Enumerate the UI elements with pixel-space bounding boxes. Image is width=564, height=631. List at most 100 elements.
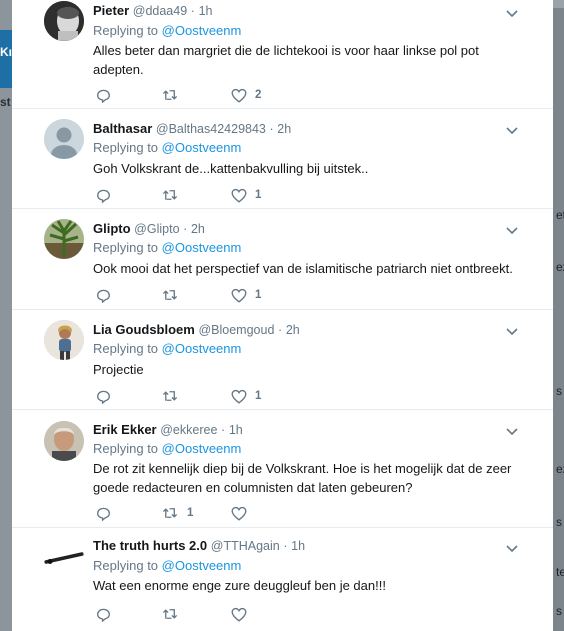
author-name[interactable]: Lia Goudsbloem <box>93 322 195 337</box>
chevron-down-icon[interactable] <box>505 424 519 436</box>
mention-link[interactable]: @Oostveenm <box>162 240 242 255</box>
retweet-button[interactable] <box>162 388 187 404</box>
background-text: s <box>556 384 562 398</box>
like-count: 2 <box>255 89 262 101</box>
background-page-right <box>553 0 564 631</box>
reply-tweet[interactable]: Glipto @Glipto · 2h Replying to @Oostvee… <box>12 209 553 310</box>
avatar[interactable] <box>44 219 84 259</box>
avatar[interactable] <box>44 320 84 360</box>
reply-icon <box>97 608 110 622</box>
author-name[interactable]: Glipto <box>93 221 131 236</box>
like-icon <box>231 288 247 303</box>
replying-to-label: Replying to <box>93 140 159 155</box>
tweet-time[interactable]: 1h <box>229 423 243 437</box>
tweet-time[interactable]: 2h <box>277 122 291 136</box>
chevron-down-icon[interactable] <box>505 123 519 135</box>
like-button[interactable]: 2 <box>231 87 261 103</box>
avatar[interactable] <box>44 119 84 159</box>
tweet-time[interactable]: 2h <box>286 323 300 337</box>
reply-button[interactable] <box>96 87 111 103</box>
retweet-count: 1 <box>187 507 194 519</box>
tweet-time[interactable]: 1h <box>199 4 213 18</box>
author-handle[interactable]: @TTHAgain <box>211 539 280 553</box>
retweet-icon <box>162 290 178 300</box>
reply-button[interactable] <box>96 505 111 521</box>
reply-tweet[interactable]: Erik Ekker @ekkeree · 1h Replying to @Oo… <box>12 410 553 528</box>
tweet-time[interactable]: 1h <box>291 539 305 553</box>
mention-link[interactable]: @Oostveenm <box>162 558 242 573</box>
like-icon <box>231 188 247 203</box>
background-text: Kı <box>0 45 12 59</box>
background-text: et <box>556 208 564 222</box>
retweet-icon <box>162 609 178 619</box>
background-text: s <box>556 604 562 618</box>
like-button[interactable]: 1 <box>231 187 261 203</box>
replies-modal: Pieter @ddaa49 · 1h Replying to @Oostvee… <box>12 0 553 631</box>
reply-button[interactable] <box>96 187 111 203</box>
author-handle[interactable]: @Bloemgoud <box>198 323 274 337</box>
retweet-button[interactable] <box>162 187 187 203</box>
reply-tweet[interactable]: The truth hurts 2.0 @TTHAgain · 1h Reply… <box>12 528 553 631</box>
like-icon <box>231 389 247 404</box>
author-handle[interactable]: @ekkeree <box>160 423 217 437</box>
like-button[interactable]: 1 <box>231 388 261 404</box>
background-text: s <box>556 515 562 529</box>
retweet-button[interactable] <box>162 87 187 103</box>
author-name[interactable]: Pieter <box>93 3 129 18</box>
author-handle[interactable]: @Glipto <box>134 222 179 236</box>
replying-to-label: Replying to <box>93 558 159 573</box>
retweet-button[interactable] <box>162 606 187 622</box>
author-name[interactable]: Balthasar <box>93 121 152 136</box>
avatar[interactable] <box>44 1 84 41</box>
chevron-down-icon[interactable] <box>505 6 519 18</box>
tweet-text: Wat een enorme enge zure deuggleuf ben j… <box>93 578 386 593</box>
background-text: ez <box>556 260 564 274</box>
retweet-button[interactable]: 1 <box>162 505 193 521</box>
like-icon <box>231 88 247 103</box>
chevron-down-icon[interactable] <box>505 324 519 336</box>
author-name[interactable]: The truth hurts 2.0 <box>93 538 207 553</box>
reply-tweet[interactable]: Lia Goudsbloem @Bloemgoud · 2h Replying … <box>12 310 553 410</box>
mention-link[interactable]: @Oostveenm <box>162 140 242 155</box>
author-name[interactable]: Erik Ekker <box>93 422 157 437</box>
chevron-down-icon[interactable] <box>505 223 519 235</box>
mention-link[interactable]: @Oostveenm <box>162 341 242 356</box>
replying-to-label: Replying to <box>93 441 159 456</box>
replying-to-label: Replying to <box>93 23 159 38</box>
mention-link[interactable]: @Oostveenm <box>162 23 242 38</box>
reply-tweet[interactable]: Balthasar @Balthas42429843 · 2h Replying… <box>12 109 553 209</box>
retweet-icon <box>162 90 178 100</box>
tweet-text: Goh Volkskrant de...kattenbakvulling bij… <box>93 161 369 176</box>
reply-button[interactable] <box>96 287 111 303</box>
background-header-strip <box>0 30 12 88</box>
reply-button[interactable] <box>96 388 111 404</box>
scrollbar[interactable] <box>553 0 564 8</box>
replying-to-label: Replying to <box>93 240 159 255</box>
like-icon <box>231 506 247 521</box>
chevron-down-icon[interactable] <box>505 541 519 553</box>
tweet-time[interactable]: 2h <box>191 222 205 236</box>
like-button[interactable] <box>231 505 255 521</box>
background-text: ter <box>556 565 564 579</box>
reply-icon <box>97 507 110 521</box>
reply-tweet[interactable]: Pieter @ddaa49 · 1h Replying to @Oostvee… <box>12 0 553 109</box>
like-count: 1 <box>255 189 262 201</box>
avatar[interactable] <box>44 538 84 578</box>
avatar[interactable] <box>44 421 84 461</box>
background-text: st <box>0 95 11 109</box>
tweet-text: De rot zit kennelijk diep bij de Volkskr… <box>93 461 512 495</box>
tweet-text: Projectie <box>93 362 144 377</box>
tweet-text: Alles beter dan margriet die de lichteko… <box>93 43 479 77</box>
reply-icon <box>97 89 110 103</box>
replying-to-label: Replying to <box>93 341 159 356</box>
reply-button[interactable] <box>96 606 111 622</box>
mention-link[interactable]: @Oostveenm <box>162 441 242 456</box>
author-handle[interactable]: @Balthas42429843 <box>156 122 266 136</box>
like-icon <box>231 607 247 622</box>
retweet-button[interactable] <box>162 287 187 303</box>
author-handle[interactable]: @ddaa49 <box>133 4 187 18</box>
like-button[interactable] <box>231 606 255 622</box>
like-count: 1 <box>255 390 262 402</box>
retweet-icon <box>162 190 178 200</box>
like-button[interactable]: 1 <box>231 287 261 303</box>
